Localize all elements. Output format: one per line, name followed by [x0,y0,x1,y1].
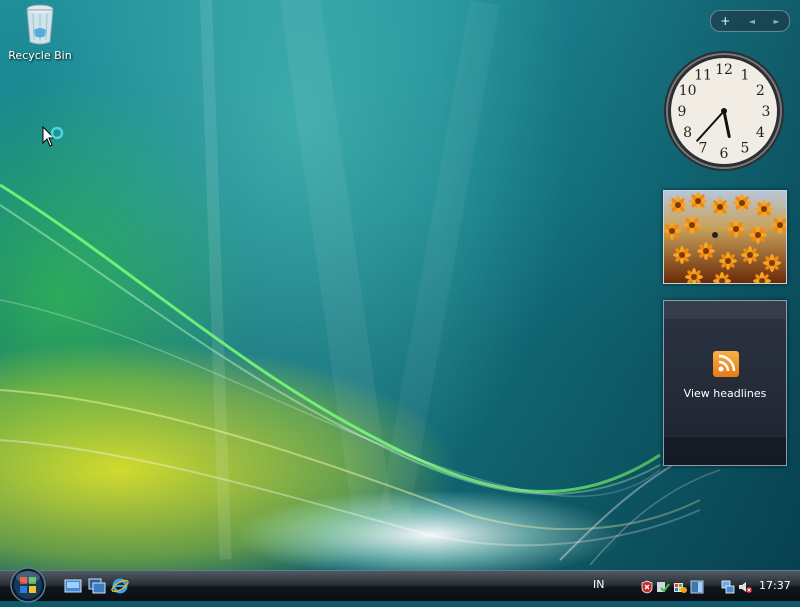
slideshow-gadget[interactable] [663,190,787,284]
desktop-icon-recycle-bin[interactable]: Recycle Bin [6,4,74,62]
clock-number: 4 [756,125,765,141]
security-alert-icon[interactable] [640,579,654,594]
clock-number: 7 [699,140,708,156]
start-button[interactable] [6,565,50,607]
taskbar-clock[interactable]: 17:37 [759,579,791,592]
clock-number: 3 [762,104,771,120]
sidebar-toolbar: + ◄ ► [710,10,790,32]
clock-number: 9 [678,104,687,120]
clock-number: 6 [720,146,729,162]
busy-cursor-icon [42,125,66,156]
defender-check-icon[interactable] [656,579,670,593]
add-gadget-button[interactable]: + [720,14,730,28]
clock-number: 11 [694,68,712,84]
clock-number: 8 [683,125,692,141]
taskbar: IN 17:37 [0,567,800,603]
next-gadget-button[interactable]: ► [774,17,780,26]
sidebar-tray-icon[interactable] [690,579,704,594]
clock-number: 2 [756,83,765,99]
rss-icon [713,351,739,377]
clock-number: 10 [679,83,697,99]
feed-headlines-gadget[interactable]: View headlines [663,300,787,466]
language-indicator[interactable]: IN [593,578,604,591]
desktop-icon-label: Recycle Bin [8,49,72,62]
clock-number: 12 [715,62,733,78]
show-desktop-icon[interactable] [64,577,82,595]
switch-windows-icon[interactable] [88,577,106,595]
internet-explorer-icon[interactable] [111,577,129,595]
flower-photo [664,191,786,283]
clock-number: 1 [741,68,750,84]
recycle-bin-icon [25,4,55,46]
volume-muted-icon[interactable] [738,579,752,593]
clock-number: 5 [741,140,750,156]
network-icon[interactable] [721,579,735,594]
updates-icon[interactable] [673,579,687,593]
prev-gadget-button[interactable]: ◄ [749,17,755,26]
clock-gadget[interactable]: 12 1 2 3 4 5 6 7 8 9 10 11 [662,49,786,177]
view-headlines-link[interactable]: View headlines [664,387,786,400]
